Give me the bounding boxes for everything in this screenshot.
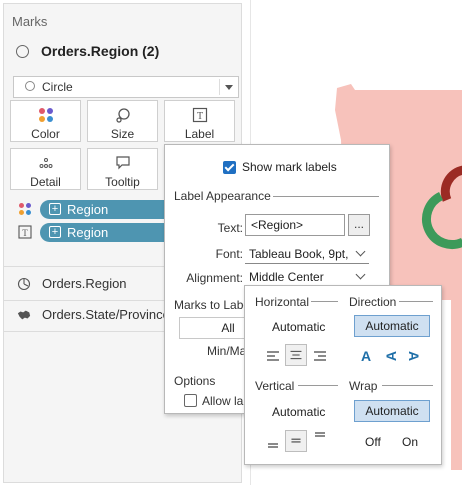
circle-mark-icon [25,81,35,91]
label-button[interactable]: T Label [164,100,235,142]
alignment-popup: Horizontal Direction Automatic Automatic… [244,285,442,465]
pill-label: Region [67,225,109,240]
wrap-off-option[interactable]: Off [365,435,381,449]
direction-down-icon[interactable]: A [406,351,422,361]
section-divider [399,301,433,302]
valign-top-icon[interactable] [309,428,331,450]
size-button-label: Size [110,127,135,141]
align-left-icon[interactable] [262,345,284,367]
label-button-label: Label [184,127,215,141]
chevron-down-icon [355,246,366,257]
field-label: Orders.Region [42,276,127,291]
marks-to-label-title: Marks to Label [174,298,253,312]
text-input[interactable]: <Region> [245,214,345,236]
alignment-label: Alignment: [186,271,243,285]
dir-automatic-option[interactable]: Automatic [354,315,430,337]
section-divider [298,385,338,386]
alignment-dropdown[interactable]: Middle Center [245,267,369,287]
color-button-label: Color [31,127,60,141]
wrap-automatic-option[interactable]: Automatic [354,400,430,422]
expand-plus-icon[interactable]: + [49,203,61,215]
align-right-icon[interactable] [309,345,331,367]
svg-text:T: T [22,228,28,238]
wrap-title: Wrap [349,379,378,393]
caret-down-icon[interactable] [225,85,233,90]
options-title: Options [174,374,216,388]
detail-dots-icon [39,158,52,168]
marks-header: Marks [12,14,48,29]
direction-up-icon[interactable]: A [383,351,399,361]
text-label: Text: [217,221,243,235]
chevron-down-icon [355,269,366,280]
alignment-value: Middle Center [249,270,324,284]
layer-radio-icon[interactable] [16,45,29,58]
detail-button-label: Detail [30,175,61,189]
detail-button[interactable]: Detail [10,148,81,190]
tooltip-icon [115,156,130,170]
wrap-on-option[interactable]: On [402,435,418,449]
label-icon: T [192,107,207,123]
expand-plus-icon[interactable]: + [49,226,61,238]
show-labels-checkbox[interactable] [223,161,236,174]
marks-layer-title: Orders.Region (2) [41,43,160,59]
color-dots-icon [38,108,53,122]
direction-horizontal-icon[interactable]: A [361,348,371,364]
dropdown-separator [219,79,220,95]
color-button[interactable]: Color [10,100,81,142]
mark-type-value: Circle [42,80,73,94]
text-edit-button[interactable]: ... [348,214,370,236]
pill-label: Region [67,202,109,217]
vertical-title: Vertical [255,379,295,393]
direction-title: Direction [349,295,397,309]
section-divider [273,196,379,197]
show-labels-text: Show mark labels [242,160,337,174]
section-divider [311,301,338,302]
allow-overlap-checkbox[interactable] [184,394,197,407]
field-label: Orders.State/Province [42,307,170,322]
label-appearance-title: Label Appearance [174,189,271,203]
mark-type-dropdown[interactable]: Circle [13,76,239,98]
align-center-icon[interactable] [285,344,307,366]
text-label-icon: T [18,225,32,239]
map-icon [17,310,31,320]
valign-bottom-icon[interactable] [262,431,284,453]
font-dropdown[interactable]: Tableau Book, 9pt, ... [245,244,369,264]
valign-middle-icon[interactable] [285,430,307,452]
size-button[interactable]: Size [87,100,158,142]
svg-text:T: T [196,111,202,122]
font-value: Tableau Book, 9pt, ... [249,247,349,261]
v-automatic-option[interactable]: Automatic [272,405,325,419]
size-icon [115,108,130,123]
color-dots-icon [19,203,31,215]
section-divider [382,385,433,386]
tooltip-button-label: Tooltip [105,175,140,189]
h-automatic-option[interactable]: Automatic [272,320,325,334]
text-input-value: <Region> [251,218,304,232]
pie-angle-icon [17,277,31,291]
horizontal-title: Horizontal [255,295,310,309]
allow-overlap-text: Allow lab [202,394,251,408]
tooltip-button[interactable]: Tooltip [87,148,158,190]
font-label: Font: [215,247,243,261]
marks-layer-row[interactable]: Orders.Region (2) [4,40,243,64]
